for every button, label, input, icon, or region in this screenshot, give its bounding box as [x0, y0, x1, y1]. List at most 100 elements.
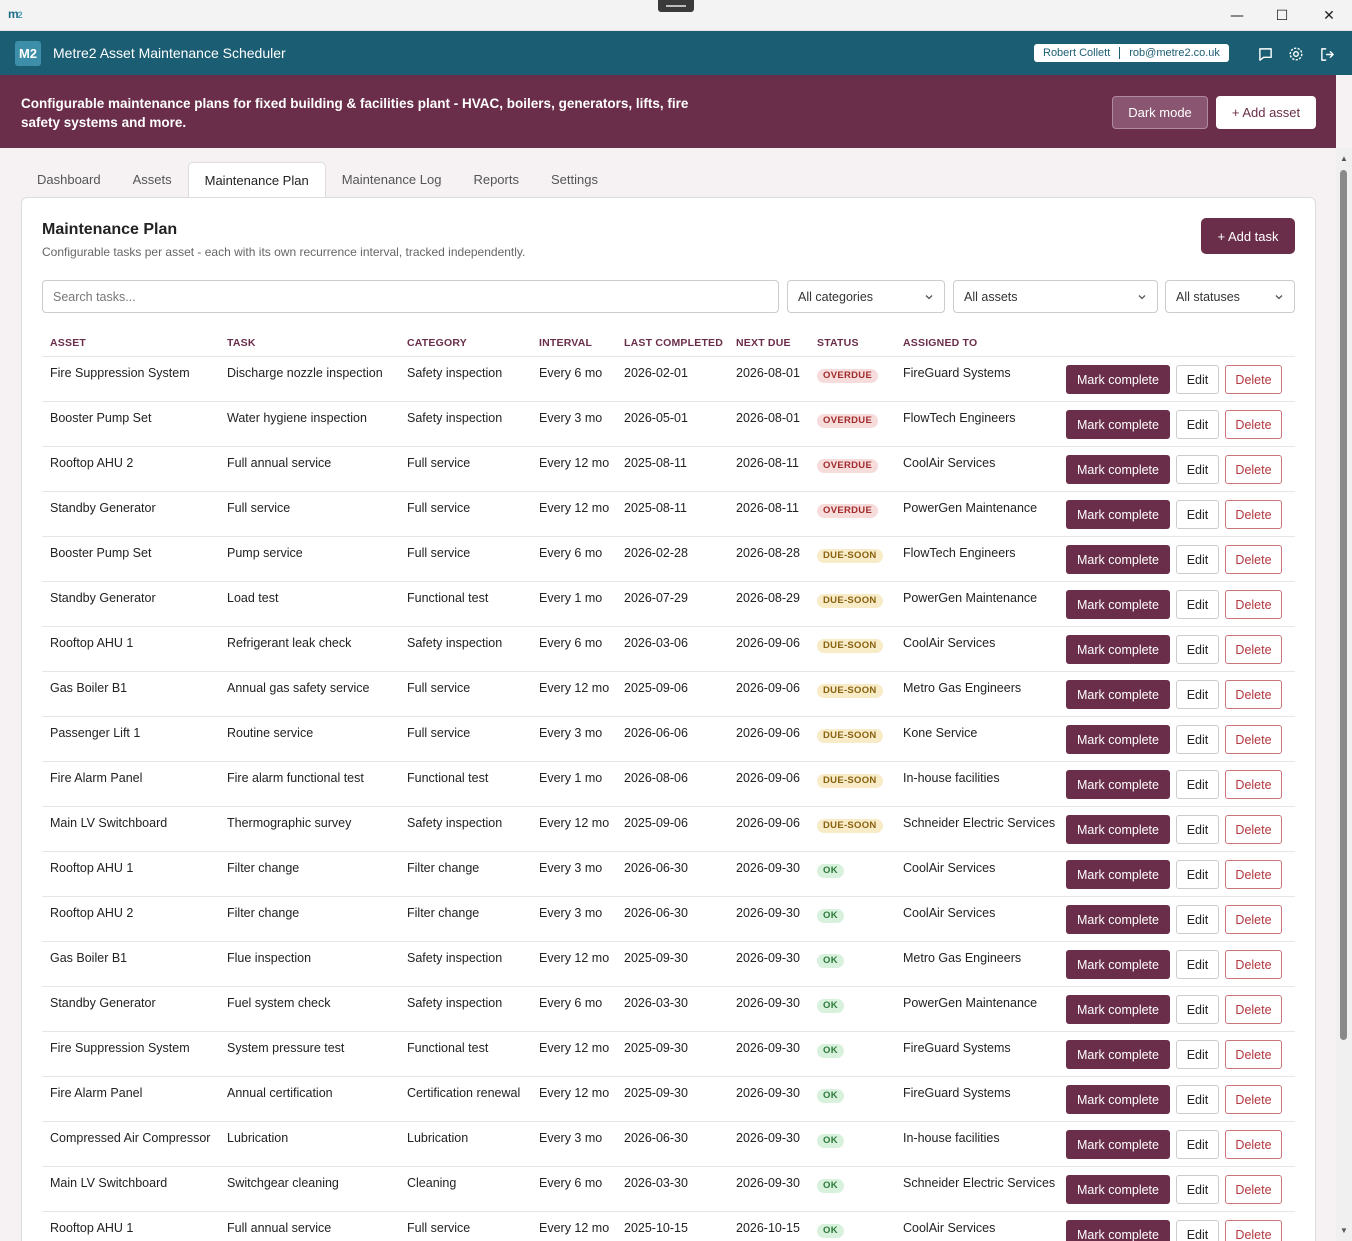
delete-button[interactable]: Delete [1225, 815, 1282, 844]
status-badge: OVERDUE [817, 369, 879, 383]
edit-button[interactable]: Edit [1176, 950, 1219, 979]
edit-button[interactable]: Edit [1176, 455, 1219, 484]
delete-button[interactable]: Delete [1225, 1040, 1282, 1069]
cell-interval: Every 12 mo [539, 1086, 610, 1100]
tab-dashboard[interactable]: Dashboard [21, 162, 117, 197]
maximize-button[interactable]: ☐ [1259, 0, 1305, 31]
delete-button[interactable]: Delete [1225, 725, 1282, 754]
edit-button[interactable]: Edit [1176, 635, 1219, 664]
edit-button[interactable]: Edit [1176, 410, 1219, 439]
drag-handle[interactable] [658, 0, 694, 12]
edit-button[interactable]: Edit [1176, 365, 1219, 394]
mark-complete-button[interactable]: Mark complete [1066, 635, 1170, 664]
edit-button[interactable]: Edit [1176, 590, 1219, 619]
column-header-status[interactable]: STATUS [817, 337, 859, 349]
edit-button[interactable]: Edit [1176, 860, 1219, 889]
delete-button[interactable]: Delete [1225, 545, 1282, 574]
cell-assigned-to: CoolAir Services [903, 636, 996, 650]
column-header-last-completed[interactable]: LAST COMPLETED [624, 337, 723, 349]
search-input[interactable] [42, 280, 779, 313]
user-badge[interactable]: Robert Collett rob@metre2.co.uk [1034, 44, 1229, 62]
mark-complete-button[interactable]: Mark complete [1066, 815, 1170, 844]
mark-complete-button[interactable]: Mark complete [1066, 410, 1170, 439]
tab-maintenance-log[interactable]: Maintenance Log [326, 162, 458, 197]
delete-button[interactable]: Delete [1225, 770, 1282, 799]
delete-button[interactable]: Delete [1225, 500, 1282, 529]
edit-button[interactable]: Edit [1176, 545, 1219, 574]
delete-button[interactable]: Delete [1225, 905, 1282, 934]
mark-complete-button[interactable]: Mark complete [1066, 1085, 1170, 1114]
mark-complete-button[interactable]: Mark complete [1066, 995, 1170, 1024]
logout-icon[interactable] [1318, 45, 1336, 63]
edit-button[interactable]: Edit [1176, 680, 1219, 709]
edit-button[interactable]: Edit [1176, 1220, 1219, 1241]
edit-button[interactable]: Edit [1176, 1130, 1219, 1159]
tab-assets[interactable]: Assets [117, 162, 188, 197]
delete-button[interactable]: Delete [1225, 455, 1282, 484]
mark-complete-button[interactable]: Mark complete [1066, 590, 1170, 619]
dark-mode-button[interactable]: Dark mode [1112, 96, 1208, 129]
delete-button[interactable]: Delete [1225, 680, 1282, 709]
add-asset-button[interactable]: + Add asset [1216, 96, 1316, 129]
column-header-assigned-to[interactable]: ASSIGNED TO [903, 337, 977, 349]
delete-button[interactable]: Delete [1225, 1175, 1282, 1204]
chat-icon[interactable] [1256, 45, 1274, 63]
tab-maintenance-plan[interactable]: Maintenance Plan [187, 162, 326, 197]
mark-complete-button[interactable]: Mark complete [1066, 365, 1170, 394]
delete-button[interactable]: Delete [1225, 995, 1282, 1024]
column-header-category[interactable]: CATEGORY [407, 337, 467, 349]
delete-button[interactable]: Delete [1225, 590, 1282, 619]
scroll-thumb[interactable] [1340, 170, 1347, 1040]
edit-button[interactable]: Edit [1176, 815, 1219, 844]
vertical-scrollbar[interactable]: ▲ ▼ [1336, 148, 1352, 1241]
scroll-up-icon[interactable]: ▲ [1340, 154, 1348, 163]
column-header-asset[interactable]: ASSET [50, 337, 86, 349]
gear-icon[interactable] [1287, 45, 1305, 63]
mark-complete-button[interactable]: Mark complete [1066, 500, 1170, 529]
minimize-button[interactable]: — [1214, 0, 1260, 31]
mark-complete-button[interactable]: Mark complete [1066, 725, 1170, 754]
delete-button[interactable]: Delete [1225, 365, 1282, 394]
tab-settings[interactable]: Settings [535, 162, 614, 197]
table-row: Compressed Air Compressor Lubrication Lubr… [42, 1121, 1295, 1166]
cell-last-completed: 2025-09-30 [624, 1041, 688, 1055]
mark-complete-button[interactable]: Mark complete [1066, 680, 1170, 709]
cell-next-due: 2026-08-11 [736, 456, 800, 470]
edit-button[interactable]: Edit [1176, 770, 1219, 799]
mark-complete-button[interactable]: Mark complete [1066, 1130, 1170, 1159]
mark-complete-button[interactable]: Mark complete [1066, 1040, 1170, 1069]
delete-button[interactable]: Delete [1225, 410, 1282, 439]
delete-button[interactable]: Delete [1225, 1130, 1282, 1159]
mark-complete-button[interactable]: Mark complete [1066, 905, 1170, 934]
tab-reports[interactable]: Reports [457, 162, 535, 197]
column-header-task[interactable]: TASK [227, 337, 256, 349]
mark-complete-button[interactable]: Mark complete [1066, 770, 1170, 799]
delete-button[interactable]: Delete [1225, 635, 1282, 664]
mark-complete-button[interactable]: Mark complete [1066, 1175, 1170, 1204]
column-header-interval[interactable]: INTERVAL [539, 337, 592, 349]
delete-button[interactable]: Delete [1225, 950, 1282, 979]
edit-button[interactable]: Edit [1176, 905, 1219, 934]
edit-button[interactable]: Edit [1176, 995, 1219, 1024]
mark-complete-button[interactable]: Mark complete [1066, 1220, 1170, 1241]
scroll-down-icon[interactable]: ▼ [1340, 1226, 1348, 1235]
asset-filter[interactable]: All assets [953, 280, 1158, 313]
edit-button[interactable]: Edit [1176, 1175, 1219, 1204]
mark-complete-button[interactable]: Mark complete [1066, 455, 1170, 484]
table-row: Main LV Switchboard Switchgear cleaning Cl… [42, 1166, 1295, 1211]
delete-button[interactable]: Delete [1225, 1220, 1282, 1241]
mark-complete-button[interactable]: Mark complete [1066, 860, 1170, 889]
add-task-button[interactable]: + Add task [1201, 218, 1295, 254]
edit-button[interactable]: Edit [1176, 725, 1219, 754]
delete-button[interactable]: Delete [1225, 860, 1282, 889]
edit-button[interactable]: Edit [1176, 1085, 1219, 1114]
category-filter[interactable]: All categories [787, 280, 945, 313]
status-filter[interactable]: All statuses [1165, 280, 1295, 313]
close-button[interactable]: ✕ [1306, 0, 1352, 31]
edit-button[interactable]: Edit [1176, 1040, 1219, 1069]
edit-button[interactable]: Edit [1176, 500, 1219, 529]
mark-complete-button[interactable]: Mark complete [1066, 545, 1170, 574]
mark-complete-button[interactable]: Mark complete [1066, 950, 1170, 979]
column-header-next-due[interactable]: NEXT DUE [736, 337, 791, 349]
delete-button[interactable]: Delete [1225, 1085, 1282, 1114]
